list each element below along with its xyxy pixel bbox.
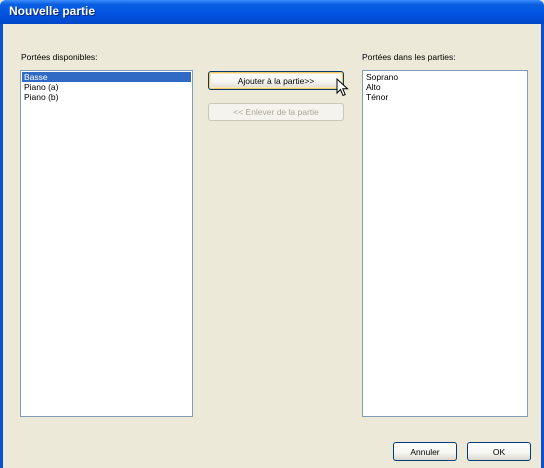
available-staves-list[interactable]: Basse Piano (a) Piano (b) [20, 70, 193, 417]
ok-button[interactable]: OK [467, 442, 531, 461]
list-item[interactable]: Basse [22, 72, 191, 82]
window-title: Nouvelle partie [9, 4, 96, 18]
list-item[interactable]: Alto [364, 82, 526, 92]
available-staves-label: Portées disponibles: [21, 52, 98, 62]
staves-in-parts-label: Portées dans les parties: [362, 52, 456, 62]
list-item[interactable]: Soprano [364, 72, 526, 82]
list-item[interactable]: Piano (b) [22, 92, 191, 102]
remove-from-part-button[interactable]: << Enlever de la partie [208, 103, 344, 121]
list-item[interactable]: Piano (a) [22, 82, 191, 92]
title-bar[interactable]: Nouvelle partie [0, 0, 544, 24]
list-item[interactable]: Ténor [364, 92, 526, 102]
new-part-dialog: Nouvelle partie Portées disponibles: Bas… [0, 0, 544, 468]
add-to-part-button[interactable]: Ajouter à la partie>> [208, 71, 344, 90]
staves-in-parts-list[interactable]: Soprano Alto Ténor [362, 70, 528, 417]
cancel-button[interactable]: Annuler [393, 442, 457, 461]
arrow-cursor-icon [336, 78, 349, 97]
window-frame-left [0, 24, 3, 468]
